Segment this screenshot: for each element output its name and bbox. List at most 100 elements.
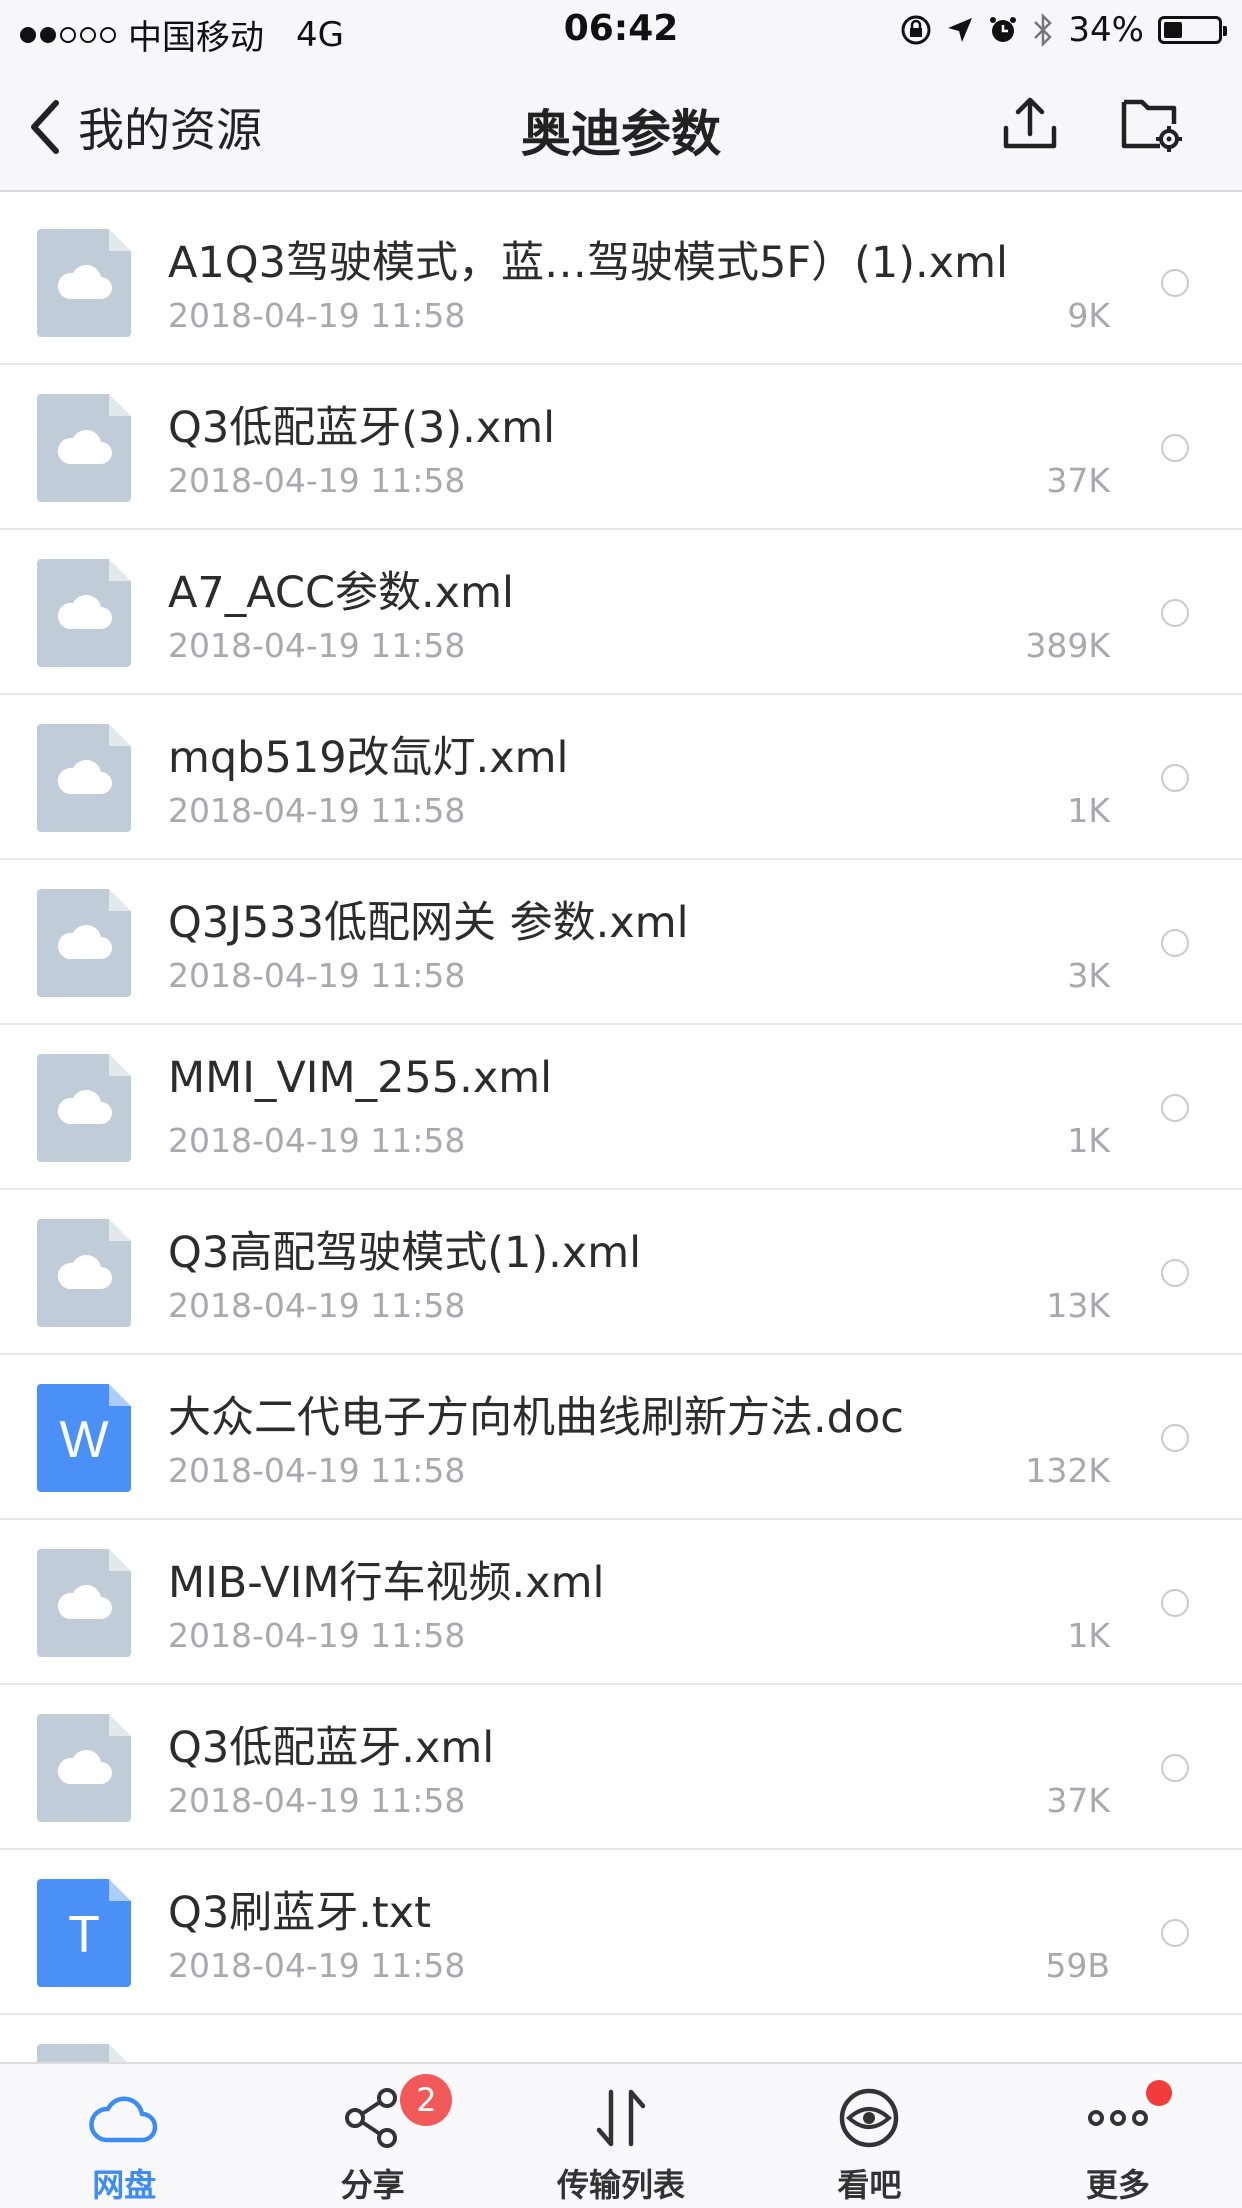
file-name: Q3低配蓝牙(3).xml: [168, 403, 556, 453]
file-row[interactable]: W 大众二代电子方向机曲线刷新方法.doc 2018-04-19 11:58 132K: [0, 1355, 1242, 1520]
transfer-icon: [585, 2084, 657, 2152]
file-date: 2018-04-19 11:58: [168, 296, 466, 335]
text-file-icon: T: [37, 1879, 131, 1987]
file-size: 1K: [1067, 1616, 1110, 1655]
file-size: 389K: [1025, 626, 1110, 665]
select-radio[interactable]: [1161, 599, 1189, 627]
file-size: 37K: [1046, 461, 1110, 500]
select-radio[interactable]: [1161, 1589, 1189, 1617]
select-radio[interactable]: [1161, 764, 1189, 792]
file-date: 2018-04-19 11:58: [168, 1121, 466, 1160]
cloud-file-icon: [37, 1219, 131, 1327]
upload-icon[interactable]: [1000, 94, 1060, 154]
file-name: MMI_VIM_255.xml: [168, 1053, 553, 1103]
cloud-icon: [57, 1749, 112, 1784]
select-radio[interactable]: [1161, 1424, 1189, 1452]
cloud-icon: [57, 1254, 112, 1289]
tab-transfer[interactable]: 传输列表: [497, 2064, 745, 2208]
file-date: 2018-04-19 11:58: [168, 1781, 466, 1820]
battery-percent: 34%: [1068, 10, 1144, 50]
file-size: 59B: [1045, 1946, 1110, 1985]
file-size: 1K: [1067, 791, 1110, 830]
file-date: 2018-04-19 11:58: [168, 461, 466, 500]
cloud-file-icon: [37, 889, 131, 997]
tab-label: 传输列表: [557, 2166, 686, 2204]
file-size: 9K: [1067, 296, 1110, 335]
status-icons: 34%: [900, 10, 1227, 50]
cloud-icon: [57, 759, 112, 794]
file-name: 大众二代电子方向机曲线刷新方法.doc: [168, 1393, 904, 1443]
file-date: 2018-04-19 11:58: [168, 791, 466, 830]
tab-cloud[interactable]: 网盘: [0, 2064, 248, 2208]
cloud-icon: [57, 594, 112, 629]
tab-label: 看吧: [837, 2166, 902, 2204]
more-icon: [1082, 2084, 1154, 2152]
file-row[interactable]: MIB-VIM行车视频.xml 2018-04-19 11:58 1K: [0, 1520, 1242, 1685]
cloud-file-icon: [37, 394, 131, 502]
file-name: mqb519改氙灯.xml: [168, 733, 569, 783]
navigation-bar: 我的资源 奥迪参数: [0, 64, 1242, 192]
tab-bar: 网盘 分享 2 传输列表 看吧 更多: [0, 2062, 1242, 2208]
file-name: Q3刷蓝牙.txt: [168, 1888, 432, 1938]
battery-icon: [1158, 16, 1227, 44]
file-row[interactable]: Q3低配蓝牙(3).xml 2018-04-19 11:58 37K: [0, 365, 1242, 530]
file-date: 2018-04-19 11:58: [168, 1451, 466, 1490]
file-row[interactable]: Q3低配蓝牙.xml 2018-04-19 11:58 37K: [0, 1685, 1242, 1850]
tab-label: 分享: [340, 2166, 405, 2204]
file-date: 2018-04-19 11:58: [168, 1946, 466, 1985]
select-radio[interactable]: [1161, 1919, 1189, 1947]
file-size: 37K: [1046, 1781, 1110, 1820]
file-date: 2018-04-19 11:58: [168, 1616, 466, 1655]
file-name: Q3低配蓝牙.xml: [168, 1723, 495, 1773]
select-radio[interactable]: [1161, 269, 1189, 297]
cloud-icon: [88, 2084, 160, 2152]
rotation-lock-icon: [901, 15, 931, 45]
file-size: 132K: [1025, 1451, 1110, 1490]
tab-share[interactable]: 分享 2: [248, 2064, 496, 2208]
file-row[interactable]: Q3高配驾驶模式(1).xml 2018-04-19 11:58 13K: [0, 1190, 1242, 1355]
file-row[interactable]: mqb519改氙灯.xml 2018-04-19 11:58 1K: [0, 695, 1242, 860]
select-radio[interactable]: [1161, 1754, 1189, 1782]
cloud-file-icon: [37, 1549, 131, 1657]
file-row[interactable]: T Q3刷蓝牙.txt 2018-04-19 11:58 59B: [0, 1850, 1242, 2015]
file-date: 2018-04-19 11:58: [168, 956, 466, 995]
file-date: 2018-04-19 11:58: [168, 626, 466, 665]
cloud-file-icon: [37, 724, 131, 832]
nav-actions: [1000, 94, 1182, 154]
file-name: A1Q3驾驶模式，蓝…驾驶模式5F）(1).xml: [168, 238, 1008, 288]
file-row[interactable]: A1Q3驾驶模式，蓝…驾驶模式5F）(1).xml 2018-04-19 11:5…: [0, 200, 1242, 365]
select-radio[interactable]: [1161, 929, 1189, 957]
file-name: A7_ACC参数.xml: [168, 568, 514, 618]
cloud-icon: [57, 1584, 112, 1619]
file-row[interactable]: Q3J533低配网关 参数.xml 2018-04-19 11:58 3K: [0, 860, 1242, 1025]
notification-badge: 2: [400, 2074, 453, 2126]
status-bar: 中国移动 4G 06:42 34%: [0, 0, 1242, 64]
cloud-file-icon: [37, 1054, 131, 1162]
location-icon: [948, 18, 973, 42]
file-list: A1Q3驾驶模式，蓝…驾驶模式5F）(1).xml 2018-04-19 11:5…: [0, 200, 1242, 2180]
word-file-icon: W: [37, 1384, 131, 1492]
notification-dot: [1145, 2080, 1172, 2106]
cloud-file-icon: [37, 1714, 131, 1822]
cloud-icon: [57, 429, 112, 464]
tab-eye[interactable]: 看吧: [745, 2064, 993, 2208]
eye-icon: [833, 2084, 905, 2152]
file-row[interactable]: A7_ACC参数.xml 2018-04-19 11:58 389K: [0, 530, 1242, 695]
select-radio[interactable]: [1161, 1094, 1189, 1122]
select-radio[interactable]: [1161, 434, 1189, 462]
file-size: 1K: [1067, 1121, 1110, 1160]
file-size: 13K: [1046, 1286, 1110, 1325]
file-date: 2018-04-19 11:58: [168, 1286, 466, 1325]
select-radio[interactable]: [1161, 1259, 1189, 1287]
folder-settings-icon[interactable]: [1120, 94, 1182, 154]
file-name: Q3J533低配网关 参数.xml: [168, 898, 689, 948]
tab-more[interactable]: 更多: [994, 2064, 1242, 2208]
tab-label: 更多: [1085, 2166, 1150, 2204]
file-name: Q3高配驾驶模式(1).xml: [168, 1228, 642, 1278]
file-row[interactable]: MMI_VIM_255.xml 2018-04-19 11:58 1K: [0, 1025, 1242, 1190]
file-size: 3K: [1067, 956, 1110, 995]
share-icon: [337, 2084, 409, 2152]
cloud-file-icon: [37, 559, 131, 667]
cloud-icon: [57, 264, 112, 299]
cloud-icon: [57, 1089, 112, 1124]
